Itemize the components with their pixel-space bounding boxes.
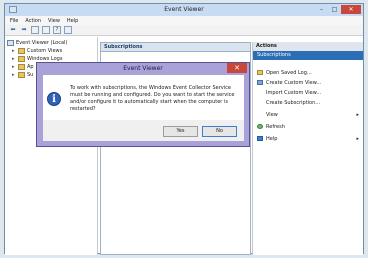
refresh-icon — [257, 124, 263, 129]
filter-icon — [257, 80, 263, 85]
toolbar: ⬅ ➡ ? — [5, 25, 363, 36]
tree-item-label: Custom Views — [27, 48, 63, 54]
actions-header: Actions — [253, 42, 363, 51]
folder-icon — [18, 48, 25, 54]
import-icon — [257, 90, 263, 95]
maximize-button[interactable]: □ — [328, 5, 341, 14]
close-button[interactable]: ✕ — [341, 5, 361, 14]
actions-pane: Actions Subscriptions Open Saved Log... … — [252, 42, 363, 255]
tree-item-subscriptions[interactable]: ▸ Su — [12, 71, 33, 79]
tree-item-custom-views[interactable]: ▸ Custom Views — [12, 47, 62, 55]
expand-icon[interactable]: ▸ — [12, 48, 16, 54]
folder-icon — [18, 72, 25, 78]
expand-icon[interactable]: ▸ — [12, 56, 16, 62]
yes-button[interactable]: Yes — [163, 126, 198, 137]
action-label: Import Custom View... — [266, 89, 322, 96]
actions-section-subscriptions[interactable]: Subscriptions — [253, 51, 363, 60]
dialog-body: i To work with subscriptions, the Window… — [43, 75, 244, 141]
back-arrow-icon[interactable]: ⬅ — [9, 26, 17, 34]
view-icon — [257, 112, 263, 117]
action-open-saved-log[interactable]: Open Saved Log... — [257, 68, 359, 77]
expand-icon[interactable]: ▸ — [12, 64, 16, 70]
dialog-button-bar: Yes No — [43, 120, 244, 141]
tree-item-label: Su — [27, 72, 34, 78]
dialog-title: Event Viewer — [123, 65, 163, 72]
tree-item-applications[interactable]: ▸ Ap — [12, 63, 34, 71]
subscription-icon — [257, 100, 263, 105]
menu-action[interactable]: Action — [25, 18, 41, 24]
expand-icon[interactable]: ▸ — [12, 72, 16, 78]
event-viewer-dialog: Event Viewer ✕ i To work with subscripti… — [36, 62, 250, 147]
help-icon[interactable]: ? — [53, 26, 61, 34]
action-help[interactable]: Help ▸ — [257, 134, 359, 143]
no-button[interactable]: No — [202, 126, 237, 137]
subscriptions-pane-header: Subscriptions — [101, 43, 250, 52]
action-label: Create Custom View... — [266, 79, 322, 86]
action-create-subscription[interactable]: Create Subscription... — [257, 98, 359, 107]
help-icon — [257, 136, 263, 141]
action-import-custom-view[interactable]: Import Custom View... — [257, 88, 359, 97]
tree-item-label: Event Viewer (Local) — [16, 40, 68, 46]
action-label: Create Subscription... — [266, 99, 321, 106]
forward-arrow-icon[interactable]: ➡ — [20, 26, 28, 34]
dialog-close-button[interactable]: ✕ — [227, 63, 247, 73]
show-hide-tree-icon[interactable] — [42, 26, 50, 34]
menu-view[interactable]: View — [48, 18, 60, 24]
action-create-custom-view[interactable]: Create Custom View... — [257, 78, 359, 87]
folder-icon — [18, 64, 25, 70]
menu-help[interactable]: Help — [67, 18, 78, 24]
info-icon: i — [47, 92, 61, 106]
action-label: Open Saved Log... — [266, 69, 312, 76]
window-title: Event Viewer — [164, 6, 204, 13]
folder-icon[interactable] — [31, 26, 39, 34]
action-view[interactable]: View ▸ — [257, 110, 359, 119]
folder-icon — [18, 56, 25, 62]
action-label: Help — [266, 135, 278, 142]
folder-icon — [257, 70, 263, 75]
dialog-message: To work with subscriptions, the Windows … — [70, 85, 235, 112]
menu-bar: File Action View Help — [5, 16, 363, 25]
tree-item-root[interactable]: Event Viewer (Local) — [7, 39, 67, 47]
action-refresh[interactable]: Refresh — [257, 122, 359, 131]
menu-file[interactable]: File — [10, 18, 18, 24]
action-pane-icon[interactable] — [64, 26, 72, 34]
submenu-arrow-icon: ▸ — [356, 111, 359, 118]
action-label: View — [266, 111, 278, 118]
submenu-arrow-icon: ▸ — [356, 135, 359, 142]
tree-item-label: Ap — [27, 64, 34, 70]
action-label: Refresh — [266, 123, 285, 130]
title-bar[interactable]: Event Viewer – □ ✕ — [5, 4, 363, 16]
computer-icon — [7, 40, 14, 46]
minimize-button[interactable]: – — [315, 5, 328, 14]
